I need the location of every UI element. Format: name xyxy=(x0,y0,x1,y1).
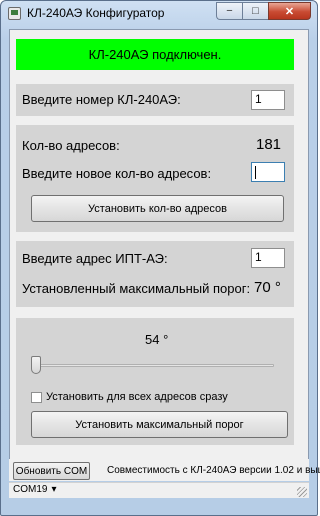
footer-row: Обновить COM Совместимость с КЛ-240АЭ ве… xyxy=(9,459,320,481)
slider-readout: 54 ° xyxy=(145,332,169,347)
device-number-panel: Введите номер КЛ-240АЭ: 1 xyxy=(16,84,294,116)
refresh-com-button[interactable]: Обновить COM xyxy=(13,462,90,480)
compatibility-text: Совместимость с КЛ-240АЭ версии 1.02 и в… xyxy=(107,465,320,476)
set-threshold-label: Установить максимальный порог xyxy=(75,418,244,431)
set-address-count-button[interactable]: Установить кол-во адресов xyxy=(31,195,284,222)
window-title: КЛ-240АЭ Конфигуратор xyxy=(27,6,165,20)
all-addresses-checkbox[interactable] xyxy=(31,392,42,403)
threshold-value: 70 ° xyxy=(254,279,281,296)
refresh-com-label: Обновить COM xyxy=(15,465,88,477)
address-count-panel: Кол-во адресов: 181 Введите новое кол-во… xyxy=(16,125,294,232)
close-icon: ✕ xyxy=(284,5,295,18)
address-count-label: Кол-во адресов: xyxy=(22,138,120,153)
maximize-icon: □ xyxy=(252,5,259,17)
address-count-value: 181 xyxy=(256,136,282,153)
connection-status-text: КЛ-240АЭ подключен. xyxy=(88,47,222,62)
com-port-dropdown[interactable]: COM19 ▾ xyxy=(13,484,56,495)
chevron-down-icon: ▾ xyxy=(51,484,57,495)
resize-grip[interactable] xyxy=(297,487,307,497)
close-button[interactable]: ✕ xyxy=(268,2,311,20)
device-number-input[interactable]: 1 xyxy=(251,90,285,110)
title-bar[interactable]: КЛ-240АЭ Конфигуратор − □ ✕ xyxy=(1,1,317,27)
minimize-button[interactable]: − xyxy=(216,2,242,20)
text-caret xyxy=(255,166,256,179)
threshold-slider-track[interactable] xyxy=(36,364,274,367)
minimize-icon: − xyxy=(226,5,233,17)
ipt-address-label: Введите адрес ИПТ-АЭ: xyxy=(22,251,168,266)
ipt-panel: Введите адрес ИПТ-АЭ: 1 Установленный ма… xyxy=(16,241,294,307)
set-address-count-label: Установить кол-во адресов xyxy=(88,202,227,215)
set-threshold-button[interactable]: Установить максимальный порог xyxy=(31,411,288,438)
app-icon xyxy=(8,7,21,20)
all-addresses-label: Установить для всех адресов сразу xyxy=(46,391,228,403)
ipt-address-input[interactable]: 1 xyxy=(251,248,285,268)
device-number-label: Введите номер КЛ-240АЭ: xyxy=(22,92,181,107)
new-address-count-label: Введите новое кол-во адресов: xyxy=(22,166,212,181)
status-bar: COM19 ▾ xyxy=(9,482,309,498)
com-port-value: COM19 xyxy=(13,484,48,495)
threshold-control-panel: 54 ° Установить для всех адресов сразу У… xyxy=(16,318,294,445)
connection-status-banner: КЛ-240АЭ подключен. xyxy=(16,39,294,70)
app-window: КЛ-240АЭ Конфигуратор − □ ✕ КЛ-240АЭ под… xyxy=(0,0,320,516)
window-controls: − □ ✕ xyxy=(216,2,311,20)
maximize-button[interactable]: □ xyxy=(242,2,268,20)
new-address-count-input[interactable] xyxy=(251,162,285,182)
threshold-slider-thumb[interactable] xyxy=(31,356,41,374)
threshold-label: Установленный максимальный порог: xyxy=(22,281,251,296)
